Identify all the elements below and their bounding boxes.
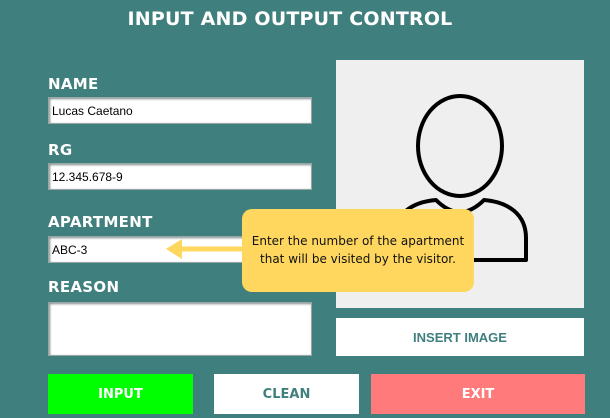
- reason-field[interactable]: [48, 302, 312, 356]
- name-label: NAME: [48, 75, 99, 93]
- tooltip-line-2: that will be visited by the visitor.: [260, 251, 456, 266]
- reason-label: REASON: [48, 278, 120, 296]
- insert-image-button[interactable]: INSERT IMAGE: [336, 318, 584, 356]
- apartment-label: APARTMENT: [48, 213, 153, 231]
- tooltip-line-1: Enter the number of the apartment: [251, 234, 465, 249]
- rg-label: RG: [48, 141, 73, 159]
- arrow-left-icon: [166, 239, 244, 259]
- exit-button[interactable]: EXIT: [371, 374, 585, 414]
- page-title: INPUT AND OUTPUT CONTROL: [127, 8, 453, 30]
- input-button[interactable]: INPUT: [48, 374, 193, 414]
- clean-button[interactable]: CLEAN: [214, 374, 359, 414]
- rg-field[interactable]: 12.345.678-9: [48, 163, 312, 190]
- help-tooltip: Enter the number of the apartment that w…: [242, 209, 474, 292]
- name-field[interactable]: Lucas Caetano: [48, 97, 312, 124]
